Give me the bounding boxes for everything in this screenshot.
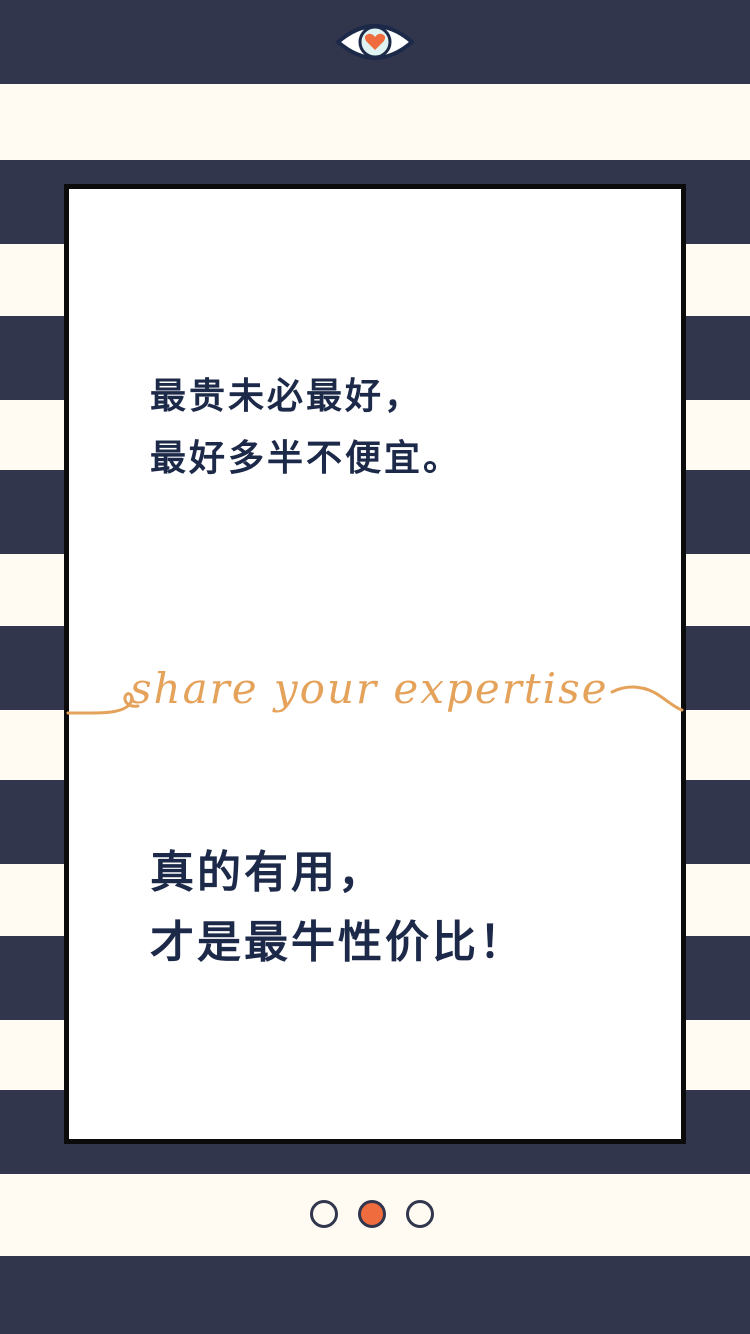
page-dot-1[interactable] [310, 1200, 338, 1228]
eye-with-heart-icon [334, 16, 416, 68]
quote-bottom-line-2: 才是最牛性价比！ [150, 917, 526, 968]
page-dot-3[interactable] [406, 1200, 434, 1228]
quote-top: 最贵未必最好， 最好多半不便宜。 [150, 365, 462, 489]
script-tagline: share your expertise [130, 664, 609, 713]
page-indicator [310, 1197, 440, 1231]
stripe [0, 84, 750, 160]
quote-bottom-line-1: 真的有用， [150, 847, 385, 898]
quote-top-line-1: 最贵未必最好， [150, 375, 424, 417]
stripe [0, 1256, 750, 1334]
quote-top-line-2: 最好多半不便宜。 [150, 437, 463, 479]
quote-bottom: 真的有用， 才是最牛性价比！ [150, 838, 526, 978]
script-tagline-banner: share your expertise [0, 650, 750, 740]
page-dot-2[interactable] [358, 1200, 386, 1228]
